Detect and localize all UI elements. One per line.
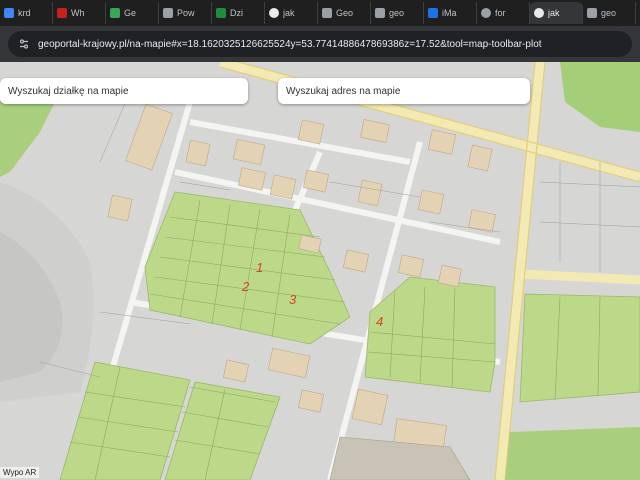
browser-tab[interactable]: for xyxy=(477,2,530,24)
browser-tab[interactable]: geo xyxy=(371,2,424,24)
browser-tab[interactable]: jak xyxy=(265,2,318,24)
site-info-icon[interactable] xyxy=(18,38,30,50)
parcel-search-input[interactable]: Wyszukaj działkę na mapie xyxy=(0,78,248,104)
tab-label: geo xyxy=(601,8,617,18)
tab-favicon-icon xyxy=(375,8,385,18)
tab-label: Dzi xyxy=(230,8,243,18)
browser-tab[interactable]: krd xyxy=(0,2,53,24)
browser-tab[interactable]: jak xyxy=(530,2,583,24)
tab-favicon-icon xyxy=(428,8,438,18)
browser-tab[interactable]: Ge xyxy=(106,2,159,24)
browser-tab[interactable]: Wh xyxy=(53,2,106,24)
tab-favicon-icon xyxy=(481,8,491,18)
tab-label: jak xyxy=(548,8,560,18)
tab-label: krd xyxy=(18,8,31,18)
browser-tab[interactable]: Pow xyxy=(159,2,212,24)
browser-tab[interactable]: Dzi xyxy=(212,2,265,24)
tab-favicon-icon xyxy=(4,8,14,18)
map-canvas[interactable] xyxy=(0,62,640,480)
tab-label: Geo xyxy=(336,8,354,18)
parcel-marker-2: 2 xyxy=(242,279,250,294)
browser-tab[interactable]: geo xyxy=(583,2,636,24)
tab-label: Ge xyxy=(124,8,137,18)
tab-label: Pow xyxy=(177,8,195,18)
browser-tab[interactable]: iMa xyxy=(424,2,477,24)
url-text: geoportal-krajowy.pl/na-mapie#x=18.16203… xyxy=(38,38,542,50)
tab-label: Wh xyxy=(71,8,85,18)
tab-favicon-icon xyxy=(587,8,597,18)
map-attribution: Wypo AR xyxy=(0,467,40,478)
tab-favicon-icon xyxy=(534,8,544,18)
tab-favicon-icon xyxy=(216,8,226,18)
tab-favicon-icon xyxy=(57,8,67,18)
tab-favicon-icon xyxy=(163,8,173,18)
parcel-marker-3: 3 xyxy=(289,292,297,307)
browser-toolbar: geoportal-krajowy.pl/na-mapie#x=18.16203… xyxy=(0,26,640,62)
parcel-marker-4: 4 xyxy=(376,314,384,329)
tab-favicon-icon xyxy=(269,8,279,18)
browser-tab[interactable]: Geo xyxy=(318,2,371,24)
tab-label: geo xyxy=(389,8,405,18)
tab-label: jak xyxy=(283,8,295,18)
tab-label: iMa xyxy=(442,8,457,18)
parcel-marker-1: 1 xyxy=(256,260,264,275)
tab-label: for xyxy=(495,8,506,18)
map-view[interactable]: Wyszukaj działkę na mapie Wyszukaj adres… xyxy=(0,62,640,480)
tab-favicon-icon xyxy=(110,8,120,18)
address-search-input[interactable]: Wyszukaj adres na mapie xyxy=(278,78,530,104)
tab-favicon-icon xyxy=(322,8,332,18)
browser-tab-strip: krd Wh Ge Pow Dzi jak Geo geo iMa for ja… xyxy=(0,0,640,26)
address-bar[interactable]: geoportal-krajowy.pl/na-mapie#x=18.16203… xyxy=(8,31,632,57)
